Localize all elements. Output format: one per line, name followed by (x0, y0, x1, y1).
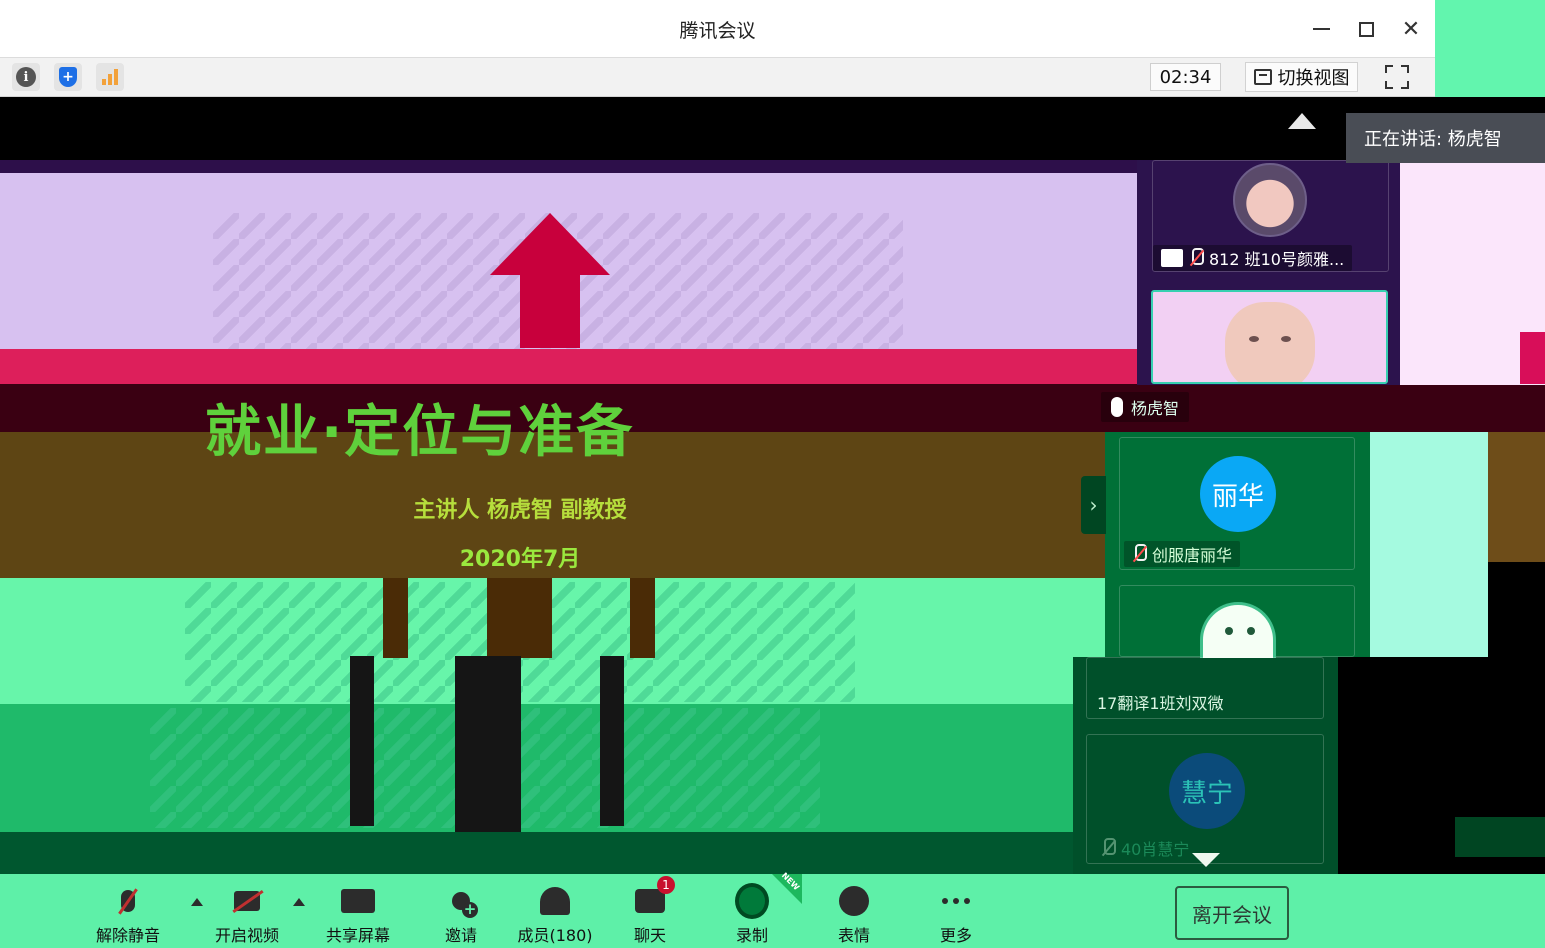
switch-view-icon (1253, 69, 1272, 85)
participant-tile[interactable]: 812 班10号颜雅... (1152, 160, 1389, 272)
new-feature-tag: NEW (772, 871, 802, 904)
start-video-button[interactable]: 开启视频 (207, 882, 287, 946)
video-options-caret[interactable] (293, 898, 305, 906)
shield-icon: + (59, 67, 77, 87)
chat-icon: 1 (633, 876, 675, 916)
muted-mic-icon (1132, 544, 1147, 564)
muted-mic-icon (111, 886, 145, 916)
participant-avatar (1200, 602, 1276, 658)
slide-presenter: 主讲人 杨虎智 副教授 (413, 498, 627, 523)
unmute-button[interactable]: 解除静音 (88, 882, 168, 946)
switch-view-label: 切换视图 (1277, 68, 1350, 89)
emoji-icon (837, 886, 871, 916)
participant-tile[interactable]: 慧宁 40肖慧宁 (1086, 734, 1324, 864)
muted-mic-icon (1189, 248, 1204, 268)
members-icon (538, 886, 572, 916)
screen-share-icon (1161, 249, 1183, 267)
participant-avatar (1233, 163, 1307, 237)
minimize-icon (1312, 28, 1330, 30)
minimize-button[interactable] (1306, 14, 1336, 44)
fullscreen-button[interactable] (1383, 63, 1411, 91)
participant-tile[interactable]: 17翻译1班刘双微 (1086, 657, 1324, 719)
members-label: 成员(180) (517, 926, 593, 945)
slide-date: 2020年7月 (459, 547, 581, 572)
maximize-button[interactable] (1351, 14, 1381, 44)
meeting-toolbar: 解除静音 开启视频 共享屏幕 邀请 成员(180) 1 聊天 (0, 871, 1545, 948)
record-label: 录制 (735, 926, 768, 945)
slide-title: 就业·定位与准备 (205, 400, 635, 465)
chat-unread-badge: 1 (657, 876, 675, 894)
red-arrow-graphic (490, 213, 610, 348)
chat-label: 聊天 (633, 926, 666, 945)
tencent-meeting-window: 腾讯会议 ✕ i + 02:34 切换视图 就业·定位与准备 主讲人 杨虎智 副… (0, 0, 1545, 948)
more-label: 更多 (939, 926, 972, 945)
mic-icon (1111, 397, 1123, 417)
meeting-info-button[interactable]: i (12, 63, 40, 91)
participant-tile[interactable]: 丽华 创服唐丽华 (1119, 437, 1355, 570)
invite-icon (444, 886, 478, 918)
maximize-icon (1358, 21, 1374, 37)
chevron-right-icon: › (1089, 493, 1098, 517)
info-icon: i (16, 67, 36, 87)
participant-tile[interactable] (1119, 585, 1355, 658)
participants-scroll-up[interactable] (1288, 113, 1316, 129)
participant-name: 17翻译1班刘双微 (1097, 694, 1224, 713)
chat-button[interactable]: 1 聊天 (610, 876, 690, 946)
network-button[interactable] (96, 63, 124, 91)
share-screen-icon (341, 886, 375, 916)
invite-button[interactable]: 邀请 (421, 882, 501, 946)
members-button[interactable]: 成员(180) (515, 882, 595, 946)
close-button[interactable]: ✕ (1396, 14, 1426, 44)
switch-view-button[interactable]: 切换视图 (1245, 62, 1358, 92)
meeting-timer: 02:34 (1150, 63, 1221, 91)
more-button[interactable]: 更多 (916, 882, 996, 946)
close-icon: ✕ (1401, 16, 1421, 42)
title-bar: 腾讯会议 ✕ (0, 0, 1435, 58)
participant-tile-active-speaker[interactable] (1151, 290, 1388, 384)
start-video-label: 开启视频 (214, 926, 279, 945)
muted-mic-icon (1101, 838, 1116, 858)
participant-name: 40肖慧宁 (1121, 840, 1190, 859)
leave-meeting-button[interactable]: 离开会议 (1175, 886, 1289, 940)
participant-video (1225, 302, 1315, 382)
speaking-indicator: 正在讲话: 杨虎智 (1346, 113, 1545, 163)
more-icon (939, 886, 973, 916)
unmute-label: 解除静音 (95, 926, 160, 945)
participant-name: 812 班10号颜雅... (1209, 250, 1345, 269)
security-button[interactable]: + (54, 63, 82, 91)
share-screen-button[interactable]: 共享屏幕 (318, 882, 398, 946)
record-icon (735, 886, 769, 916)
signal-bars-icon (102, 69, 118, 85)
participant-name: 创服唐丽华 (1152, 546, 1233, 565)
audio-options-caret[interactable] (191, 898, 203, 906)
meeting-info-bar: i + 02:34 切换视图 (0, 58, 1435, 97)
shared-screen: 就业·定位与准备 主讲人 杨虎智 副教授 2020年7月 812 班10号颜雅.… (0, 97, 1545, 874)
participant-avatar: 慧宁 (1169, 753, 1245, 829)
window-title: 腾讯会议 (679, 20, 756, 42)
participant-avatar: 丽华 (1200, 456, 1276, 532)
invite-label: 邀请 (444, 926, 477, 945)
emoji-button[interactable]: 表情 (814, 882, 894, 946)
participant-name: 杨虎智 (1131, 399, 1180, 418)
share-screen-label: 共享屏幕 (325, 926, 390, 945)
collapse-participants-button[interactable]: › (1081, 476, 1106, 534)
participants-scroll-down[interactable] (1192, 853, 1220, 867)
emoji-label: 表情 (837, 926, 870, 945)
video-off-icon (230, 886, 264, 916)
